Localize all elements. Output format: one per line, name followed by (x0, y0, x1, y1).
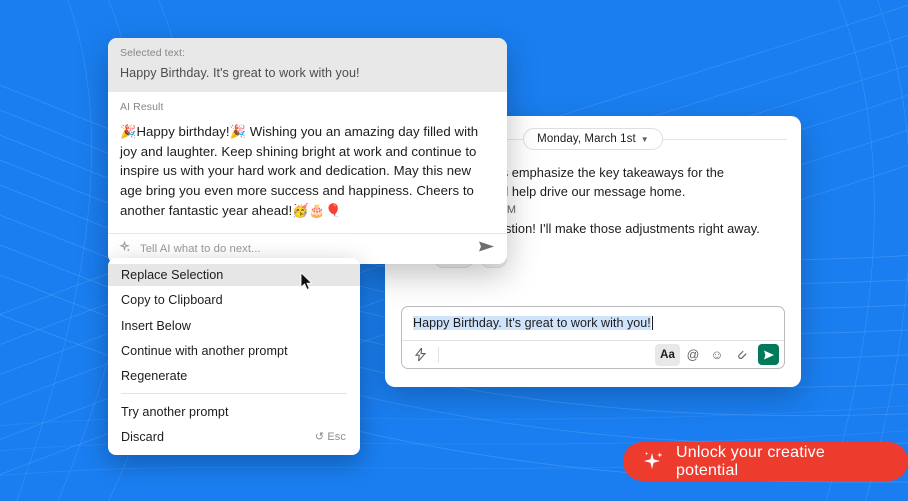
menu-item-try-another-prompt[interactable]: Try another prompt (108, 400, 360, 422)
composer-value: Happy Birthday. It's great to work with … (413, 316, 651, 330)
sparkle-icon (119, 240, 131, 257)
selected-text-value: Happy Birthday. It's great to work with … (120, 66, 360, 80)
attach-button[interactable] (730, 344, 752, 366)
menu-item-label: Replace Selection (121, 268, 224, 283)
send-button[interactable] (758, 344, 779, 365)
ctx-primary-list: Replace Selection Copy to Clipboard Inse… (108, 264, 360, 387)
mention-button[interactable]: @ (682, 344, 704, 366)
toolbar-divider (438, 346, 439, 363)
menu-item-label: Try another prompt (121, 404, 229, 419)
menu-item-insert-below[interactable]: Insert Below (108, 315, 360, 337)
date-pill-label: Monday, March 1st (537, 133, 636, 145)
mouse-cursor (300, 272, 313, 296)
ai-result-label: AI Result (120, 101, 164, 113)
lightning-icon[interactable] (409, 344, 431, 366)
menu-item-label: Continue with another prompt (121, 344, 288, 359)
menu-item-regenerate[interactable]: Regenerate (108, 365, 360, 387)
chevron-down-icon: ▼ (640, 134, 649, 144)
menu-item-shortcut: ↺ Esc (314, 430, 346, 443)
message-composer: Happy Birthday. It's great to work with … (401, 306, 785, 369)
menu-item-discard[interactable]: Discard ↺ Esc (108, 426, 360, 448)
ai-send-icon[interactable] (478, 240, 495, 258)
sparkle-icon (641, 450, 667, 474)
text-caret (651, 316, 653, 330)
ai-assist-panel: Selected text: Happy Birthday. It's grea… (108, 38, 507, 265)
ai-prompt-input[interactable]: Tell AI what to do next... (140, 243, 469, 255)
selected-text-label: Selected text: (120, 47, 186, 59)
selected-text-section: Selected text: Happy Birthday. It's grea… (108, 38, 507, 92)
composer-toolbar: Aa @ ☺ (402, 340, 784, 368)
composer-input[interactable]: Happy Birthday. It's great to work with … (402, 307, 784, 340)
menu-item-label: Regenerate (121, 369, 188, 384)
ai-actions-context-menu: Replace Selection Copy to Clipboard Inse… (108, 258, 360, 456)
menu-item-label: Discard (121, 429, 165, 444)
menu-item-continue-another-prompt[interactable]: Continue with another prompt (108, 340, 360, 362)
ai-result-text: 🎉Happy birthday!🎉 Wishing you an amazing… (120, 124, 479, 218)
emoji-button[interactable]: ☺ (706, 344, 728, 366)
menu-separator (121, 393, 347, 395)
menu-item-label: Insert Below (121, 318, 191, 333)
ctx-secondary-list: Try another prompt Discard ↺ Esc (108, 400, 360, 448)
menu-item-copy-to-clipboard[interactable]: Copy to Clipboard (108, 289, 360, 311)
cta-label: Unlock your creative potential (676, 443, 825, 479)
date-pill-button[interactable]: Monday, March 1st ▼ (523, 128, 663, 150)
menu-item-label: Copy to Clipboard (121, 293, 223, 308)
menu-item-replace-selection[interactable]: Replace Selection (108, 264, 360, 287)
format-text-button[interactable]: Aa (655, 343, 680, 366)
cta-banner[interactable]: Unlock your creative potential (623, 442, 908, 481)
